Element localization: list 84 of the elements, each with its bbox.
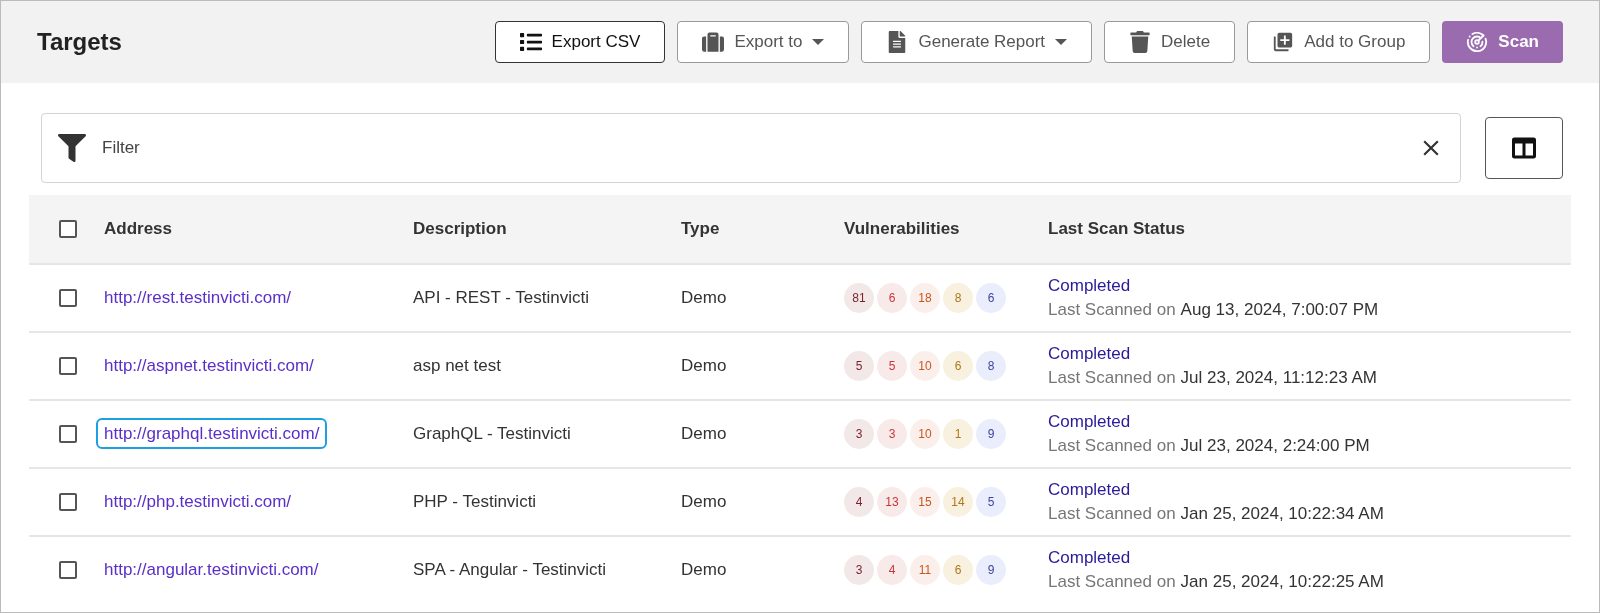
- vulnerability-count-badge: 6: [943, 351, 973, 381]
- vulnerability-count-badge: 9: [976, 555, 1006, 585]
- toolbar-button[interactable]: Delete: [1104, 21, 1236, 63]
- vulnerability-count-badge: 8: [976, 351, 1006, 381]
- type-text: Demo: [681, 560, 727, 580]
- checkbox[interactable]: [59, 220, 77, 238]
- caret-icon: [1055, 39, 1068, 45]
- vulnerability-count-badge: 9: [976, 419, 1006, 449]
- vulnerability-count-badge: 81: [844, 283, 874, 313]
- checkbox[interactable]: [59, 425, 77, 443]
- description-text: API - REST - Testinvicti: [413, 288, 590, 308]
- toolbar-button[interactable]: Generate Report: [861, 21, 1093, 63]
- last-scanned-date: Jul 23, 2024, 2:24:00 PM: [1180, 435, 1370, 457]
- last-scanned-date: Jan 25, 2024, 10:22:34 AM: [1180, 503, 1384, 525]
- vulnerability-count-badge: 6: [976, 283, 1006, 313]
- description-text: SPA - Angular - Testinvicti: [413, 560, 607, 580]
- vulnerability-count-badge: 11: [910, 555, 940, 585]
- columns-icon: [1512, 136, 1536, 160]
- last-scanned-label: Last Scanned on: [1048, 503, 1176, 525]
- column-header: Vulnerabilities: [844, 219, 960, 239]
- last-scanned-date: Aug 13, 2024, 7:00:07 PM: [1180, 299, 1379, 321]
- checkbox[interactable]: [59, 357, 77, 375]
- vulnerability-count-badge: 5: [844, 351, 874, 381]
- vulnerability-count-badge: 13: [877, 487, 907, 517]
- toolbar-button[interactable]: Export to: [677, 21, 850, 63]
- column-header: Type: [681, 219, 720, 239]
- toolbar-button[interactable]: Export CSV: [494, 21, 666, 63]
- last-scanned-label: Last Scanned on: [1048, 435, 1176, 457]
- vulnerability-count-badge: 3: [844, 419, 874, 449]
- vulnerability-count-badge: 4: [844, 487, 874, 517]
- vulnerability-count-badge: 18: [910, 283, 940, 313]
- vulnerability-count-badge: 6: [877, 283, 907, 313]
- last-scanned-date: Jul 23, 2024, 11:12:23 AM: [1180, 367, 1377, 389]
- description-text: GraphQL - Testinvicti: [413, 424, 571, 444]
- vulnerability-count-badge: 3: [844, 555, 874, 585]
- vulnerability-count-badge: 5: [976, 487, 1006, 517]
- checkbox[interactable]: [59, 493, 77, 511]
- address-link[interactable]: http://php.testinvicti.com/: [96, 486, 300, 518]
- vulnerability-count-badge: 6: [943, 555, 973, 585]
- address-link[interactable]: http://rest.testinvicti.com/: [96, 282, 300, 314]
- address-link[interactable]: http://aspnet.testinvicti.com/: [96, 350, 322, 382]
- list-icon: [519, 31, 542, 53]
- column-header: Address: [104, 219, 173, 239]
- page-title: Targets: [37, 27, 123, 57]
- status-text: Completed: [1048, 343, 1132, 365]
- type-text: Demo: [681, 356, 727, 376]
- vulnerability-count-badge: 10: [910, 351, 940, 381]
- column-header: Description: [413, 219, 507, 239]
- vulnerability-count-badge: 5: [877, 351, 907, 381]
- last-scanned-date: Jan 25, 2024, 10:22:25 AM: [1180, 571, 1384, 593]
- last-scanned-label: Last Scanned on: [1048, 299, 1176, 321]
- toolbar-button[interactable]: Scan: [1442, 21, 1563, 63]
- status-text: Completed: [1048, 479, 1132, 501]
- column-header: Last Scan Status: [1048, 219, 1185, 239]
- trash-icon: [1129, 31, 1152, 53]
- last-scanned-label: Last Scanned on: [1048, 571, 1176, 593]
- radar-icon: [1466, 31, 1489, 53]
- checkbox[interactable]: [59, 289, 77, 307]
- filter-icon: [58, 134, 86, 162]
- description-text: asp net test: [413, 356, 501, 376]
- columns-button[interactable]: [1485, 117, 1563, 179]
- vulnerability-count-badge: 10: [910, 419, 940, 449]
- vulnerability-count-badge: 4: [877, 555, 907, 585]
- last-scanned-label: Last Scanned on: [1048, 367, 1176, 389]
- toolbar-button[interactable]: Add to Group: [1247, 21, 1431, 63]
- address-link[interactable]: http://angular.testinvicti.com/: [96, 554, 327, 586]
- status-text: Completed: [1048, 275, 1132, 297]
- type-text: Demo: [681, 492, 727, 512]
- type-text: Demo: [681, 288, 727, 308]
- filter-input[interactable]: Filter: [102, 135, 1402, 161]
- status-text: Completed: [1048, 411, 1132, 433]
- briefcase-icon: [702, 31, 725, 53]
- vulnerability-count-badge: 1: [943, 419, 973, 449]
- caret-icon: [812, 39, 825, 45]
- vulnerability-count-badge: 8: [943, 283, 973, 313]
- checkbox[interactable]: [59, 561, 77, 579]
- vulnerability-count-badge: 15: [910, 487, 940, 517]
- type-text: Demo: [681, 424, 727, 444]
- vulnerability-count-badge: 14: [943, 487, 973, 517]
- status-text: Completed: [1048, 547, 1132, 569]
- description-text: PHP - Testinvicti: [413, 492, 537, 512]
- vulnerability-count-badge: 3: [877, 419, 907, 449]
- filter-field[interactable]: Filter: [41, 113, 1461, 183]
- address-link[interactable]: http://graphql.testinvicti.com/: [96, 418, 328, 450]
